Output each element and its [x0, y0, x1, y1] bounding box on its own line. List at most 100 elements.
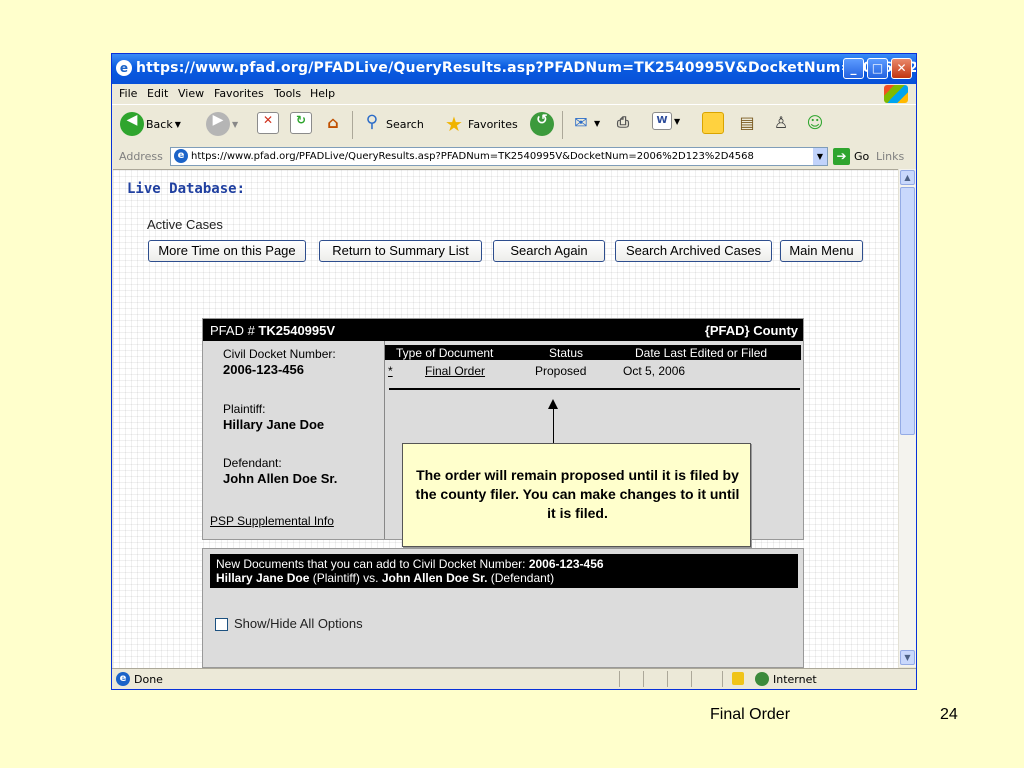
messenger-button[interactable]: ♙	[770, 112, 792, 138]
history-icon: ↺	[530, 112, 554, 136]
return-summary-button[interactable]: Return to Summary List	[319, 240, 482, 262]
history-button[interactable]: ↺	[530, 112, 554, 138]
scroll-up-icon[interactable]: ▲	[900, 170, 915, 185]
home-button[interactable]: ⌂	[322, 112, 344, 138]
plaintiff-name: Hillary Jane Doe	[223, 417, 325, 432]
stop-button[interactable]: ✕	[257, 112, 279, 138]
status-divider	[722, 671, 723, 687]
psp-supplemental-link[interactable]: PSP Supplemental Info	[210, 514, 334, 528]
page-done-icon: e	[116, 672, 130, 686]
more-time-button[interactable]: More Time on this Page	[148, 240, 306, 262]
links-button[interactable]: Links	[876, 150, 904, 163]
title-bar: e https://www.pfad.org/PFADLive/QueryRes…	[112, 54, 916, 84]
defendant-name: John Allen Doe Sr.	[223, 471, 338, 486]
slide-title: Final Order	[710, 706, 791, 723]
page-icon: e	[174, 149, 188, 163]
page-content: Live Database: Active Cases More Time on…	[113, 169, 898, 668]
research-button[interactable]: ▤	[736, 112, 758, 138]
show-hide-label[interactable]: Show/Hide All Options	[234, 616, 363, 631]
col-status: Status	[549, 346, 584, 360]
favorites-button[interactable]: ★ Favorites	[442, 112, 518, 138]
search-archived-button[interactable]: Search Archived Cases	[615, 240, 772, 262]
address-dropdown[interactable]: ▼	[813, 148, 827, 165]
zone-text: Internet	[773, 673, 817, 686]
callout-box: The order will remain proposed until it …	[402, 443, 751, 547]
menu-help[interactable]: Help	[310, 87, 335, 100]
case-details: Civil Docket Number: 2006-123-456 Plaint…	[203, 341, 383, 539]
forward-button[interactable]: ▶ ▼	[206, 112, 238, 138]
menu-file[interactable]: File	[119, 87, 137, 100]
menu-tools[interactable]: Tools	[274, 87, 301, 100]
new-docs-plaintiff: Hillary Jane Doe	[216, 571, 310, 585]
toolbar-separator	[562, 111, 563, 139]
minimize-button[interactable]: _	[843, 58, 864, 79]
home-icon: ⌂	[327, 113, 339, 132]
defendant-tag: (Defendant)	[487, 571, 555, 585]
pfad-prefix: PFAD #	[210, 323, 259, 338]
plaintiff-tag: (Plaintiff) vs.	[309, 571, 382, 585]
back-button[interactable]: ◀ Back ▼	[120, 112, 181, 138]
scroll-thumb[interactable]	[900, 187, 915, 435]
callout-text: The order will remain proposed until it …	[415, 467, 740, 521]
doc-status: Proposed	[535, 364, 587, 378]
maximize-button[interactable]: □	[867, 58, 888, 79]
docket-number: 2006-123-456	[223, 362, 304, 377]
discuss-button[interactable]	[702, 112, 724, 138]
new-docs-intro: New Documents that you can add to Civil …	[216, 557, 529, 571]
close-button[interactable]: ✕	[891, 58, 912, 79]
refresh-icon: ↻	[290, 112, 312, 134]
defendant-label: Defendant:	[223, 456, 282, 470]
mail-button[interactable]: ✉ ▼	[570, 112, 600, 138]
search-button[interactable]: ⚲ Search	[360, 112, 424, 138]
row-marker[interactable]: *	[388, 364, 393, 378]
window-title: https://www.pfad.org/PFADLive/QueryResul…	[136, 60, 917, 76]
status-divider	[643, 671, 644, 687]
back-arrow-icon: ◀	[120, 112, 144, 136]
status-bar: e Done Internet	[112, 668, 916, 689]
status-text: Done	[134, 673, 163, 686]
edit-button[interactable]: W ▼	[652, 112, 680, 138]
new-docs-defendant: John Allen Doe Sr.	[381, 571, 488, 585]
search-again-button[interactable]: Search Again	[493, 240, 605, 262]
chevron-down-icon: ▼	[174, 119, 181, 129]
go-arrow-icon[interactable]: ➔	[833, 148, 850, 165]
search-icon: ⚲	[365, 112, 379, 132]
contacts-button[interactable]: ☺	[804, 112, 826, 138]
mail-icon: ✉	[574, 113, 588, 132]
vertical-scrollbar[interactable]: ▲ ▼	[898, 169, 916, 667]
status-divider	[619, 671, 620, 687]
address-bar: Address e https://www.pfad.org/PFADLive/Q…	[112, 145, 916, 169]
new-documents-panel: New Documents that you can add to Civil …	[202, 548, 804, 668]
col-type: Type of Document	[396, 346, 494, 360]
main-menu-button[interactable]: Main Menu	[780, 240, 863, 262]
show-hide-checkbox[interactable]	[215, 618, 228, 631]
new-docs-docket: 2006-123-456	[528, 557, 604, 571]
stop-icon: ✕	[257, 112, 279, 134]
print-button[interactable]: ⎙	[612, 112, 634, 138]
menu-edit[interactable]: Edit	[147, 87, 168, 100]
refresh-button[interactable]: ↻	[290, 112, 312, 138]
menu-favorites[interactable]: Favorites	[214, 87, 264, 100]
toolbar: ◀ Back ▼ ▶ ▼ ✕ ↻ ⌂ ⚲ Search ★ Favorites ↺ ✉ ▼ …	[112, 104, 916, 146]
col-date: Date Last Edited or Filed	[635, 346, 768, 360]
page-heading: Live Database:	[127, 181, 246, 197]
doc-date: Oct 5, 2006	[623, 364, 686, 378]
globe-icon	[755, 672, 769, 686]
menu-view[interactable]: View	[178, 87, 204, 100]
lock-icon	[732, 672, 744, 685]
new-documents-header: New Documents that you can add to Civil …	[210, 554, 798, 588]
county-name: {PFAD} County	[704, 323, 798, 338]
plaintiff-label: Plaintiff:	[223, 402, 266, 416]
callout-arrow	[553, 408, 554, 443]
address-input[interactable]: e https://www.pfad.org/PFADLive/QueryResu…	[170, 147, 828, 166]
address-value: https://www.pfad.org/PFADLive/QueryResul…	[191, 151, 754, 162]
scroll-down-icon[interactable]: ▼	[900, 650, 915, 665]
table-row: * Final Order Proposed Oct 5, 2006	[385, 362, 801, 380]
go-button[interactable]: Go	[854, 150, 869, 163]
final-order-link[interactable]: Final Order	[425, 364, 485, 378]
word-icon: W	[652, 112, 672, 130]
contacts-icon: ☺	[806, 113, 824, 132]
table-divider	[389, 388, 800, 390]
slide-number: 24	[940, 706, 958, 723]
folder-icon	[702, 112, 724, 134]
